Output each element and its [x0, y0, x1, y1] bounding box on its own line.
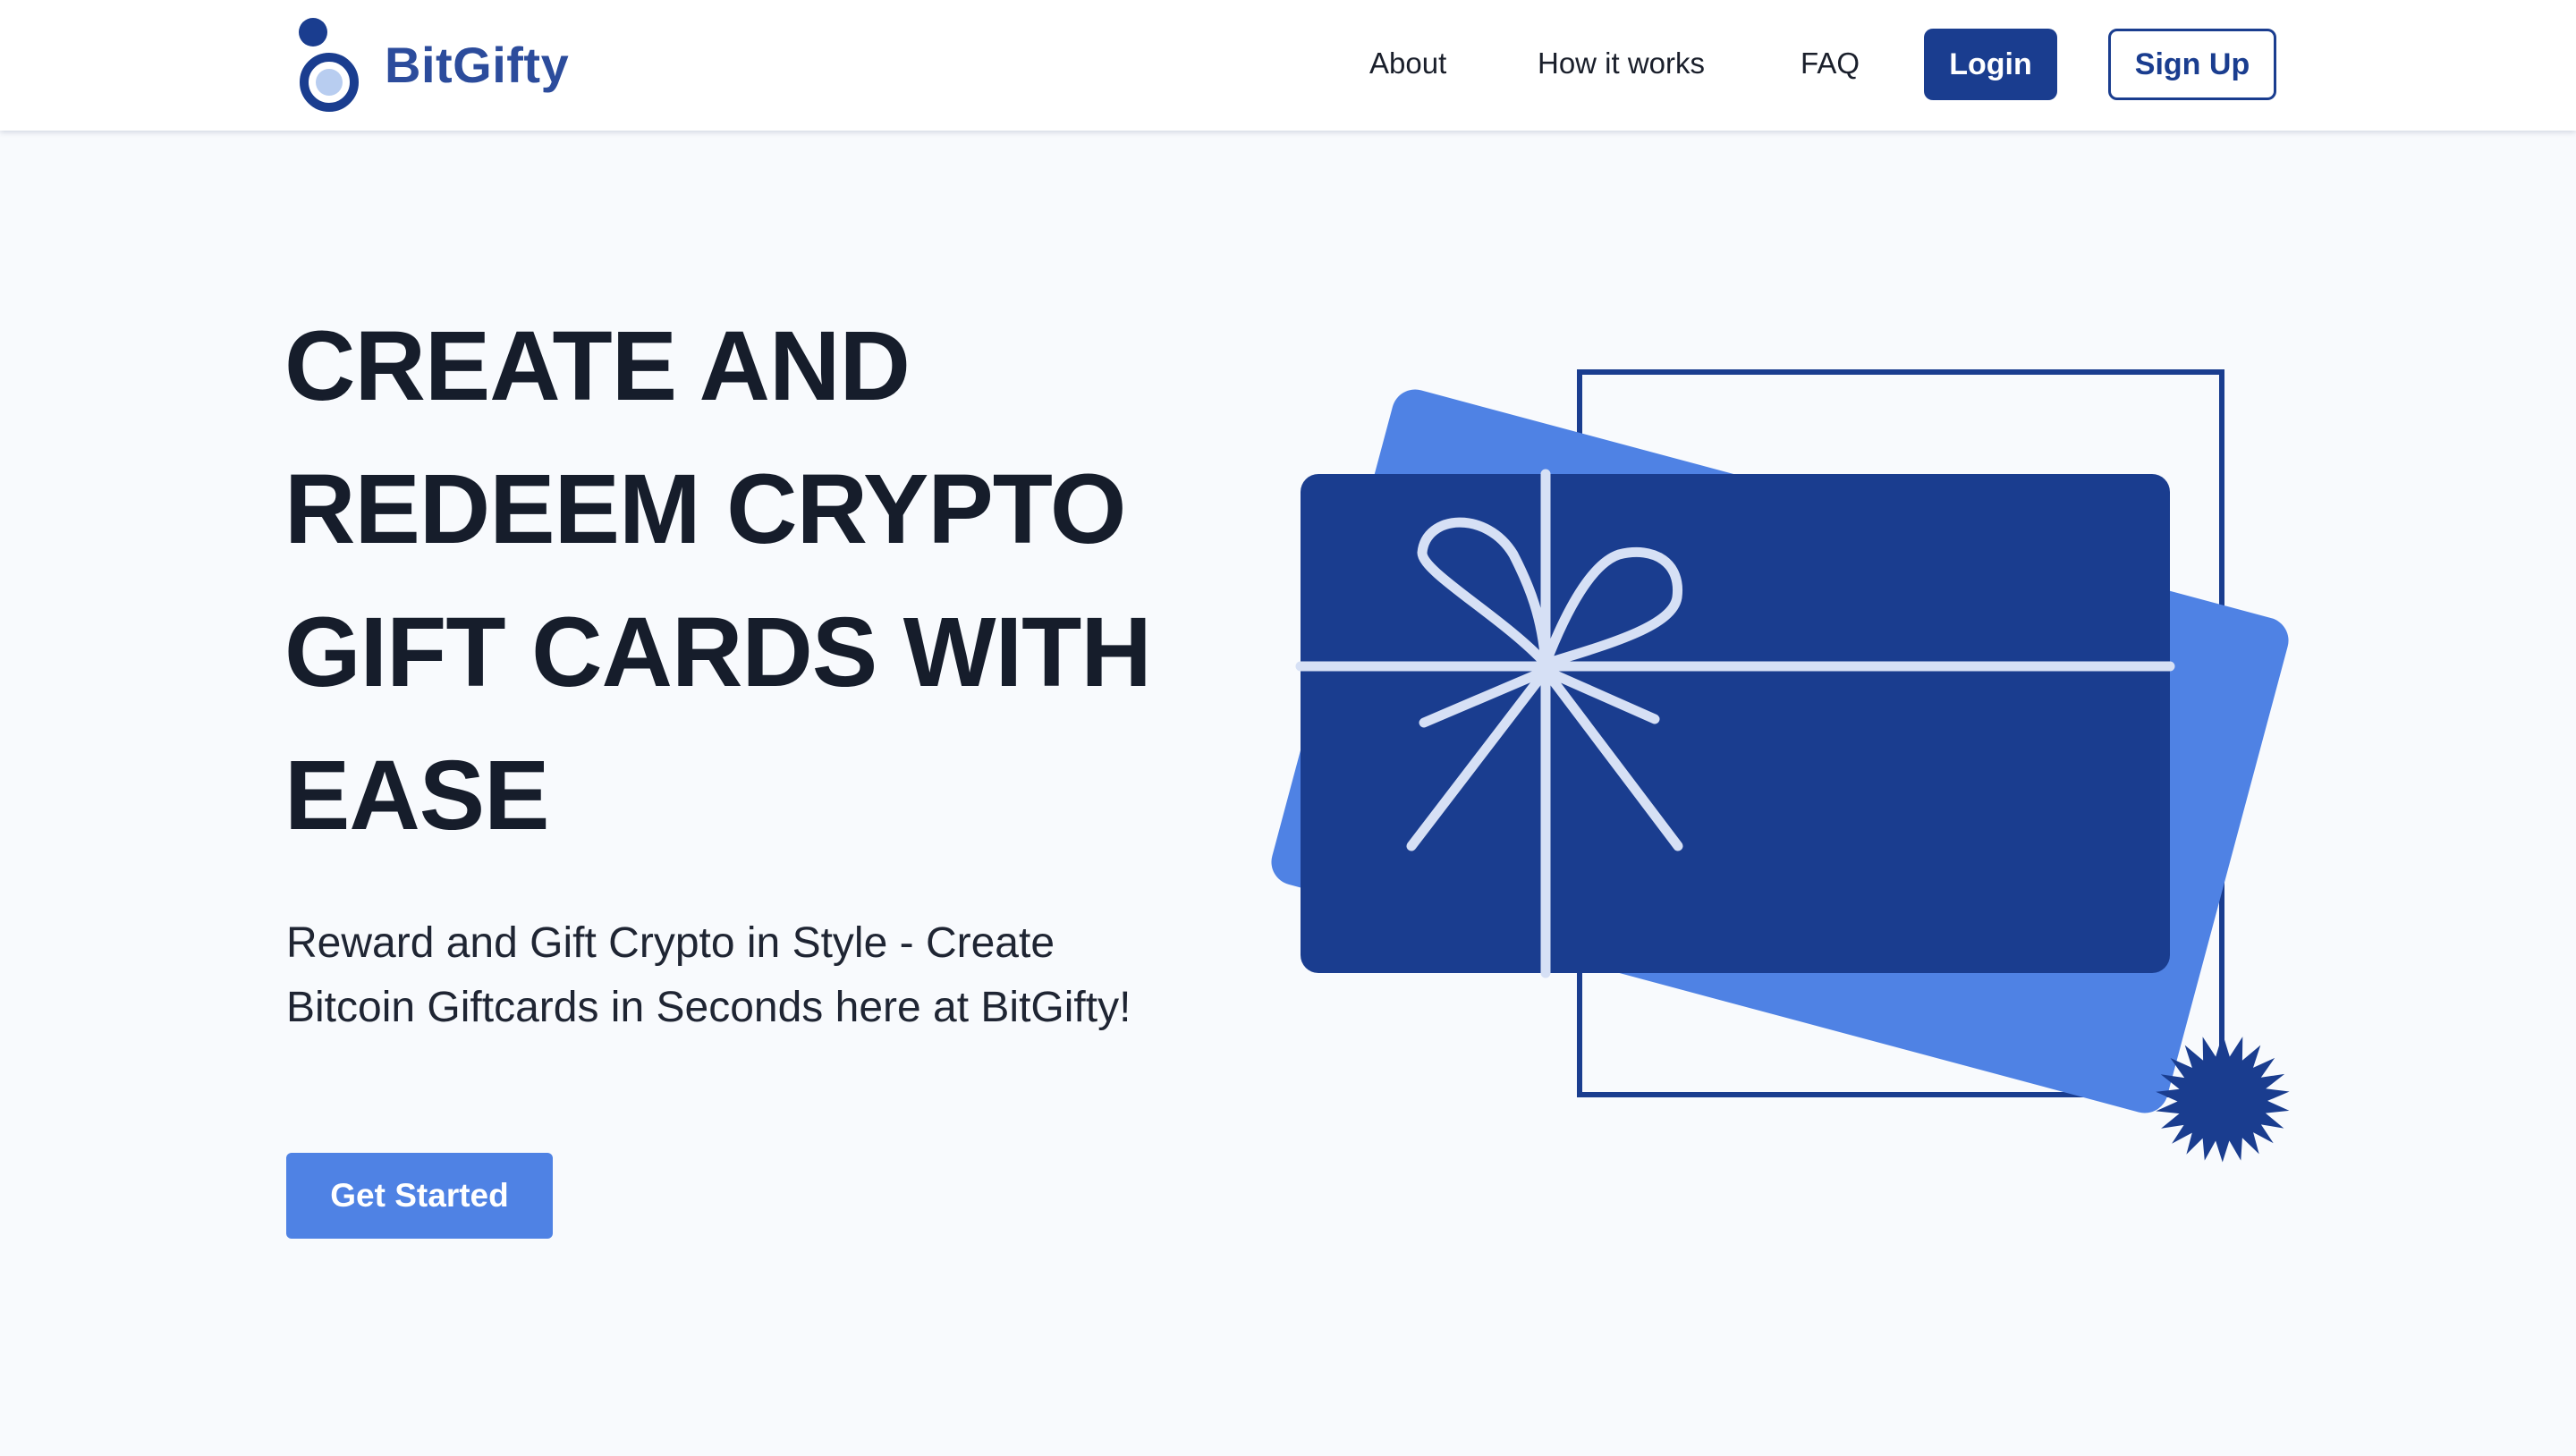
site-header: BitGifty About How it works FAQ Login Si…	[0, 0, 2576, 131]
hero-headline: CREATE AND REDEEM CRYPTO GIFT CARDS WITH…	[284, 295, 1179, 868]
headline-line: CREATE AND	[284, 311, 911, 421]
hero-subtitle: Reward and Gift Crypto in Style - Create…	[286, 919, 1131, 1031]
bitgifty-logo-icon	[299, 18, 359, 112]
headline-line: GIFT CARDS WITH	[284, 597, 1152, 707]
signup-button[interactable]: Sign Up	[2108, 29, 2276, 100]
headline-line: EASE	[284, 741, 550, 851]
get-started-button[interactable]: Get Started	[286, 1153, 553, 1239]
gift-card-illustration	[1271, 369, 2290, 1163]
nav-faq[interactable]: FAQ	[1801, 43, 1860, 84]
nav-how-it-works[interactable]: How it works	[1538, 43, 1705, 84]
brand-name: BitGifty	[385, 36, 570, 93]
brand-logo[interactable]: BitGifty	[295, 13, 569, 116]
login-button[interactable]: Login	[1924, 29, 2057, 100]
headline-line: REDEEM CRYPTO	[284, 454, 1126, 564]
nav-about[interactable]: About	[1369, 43, 1446, 84]
